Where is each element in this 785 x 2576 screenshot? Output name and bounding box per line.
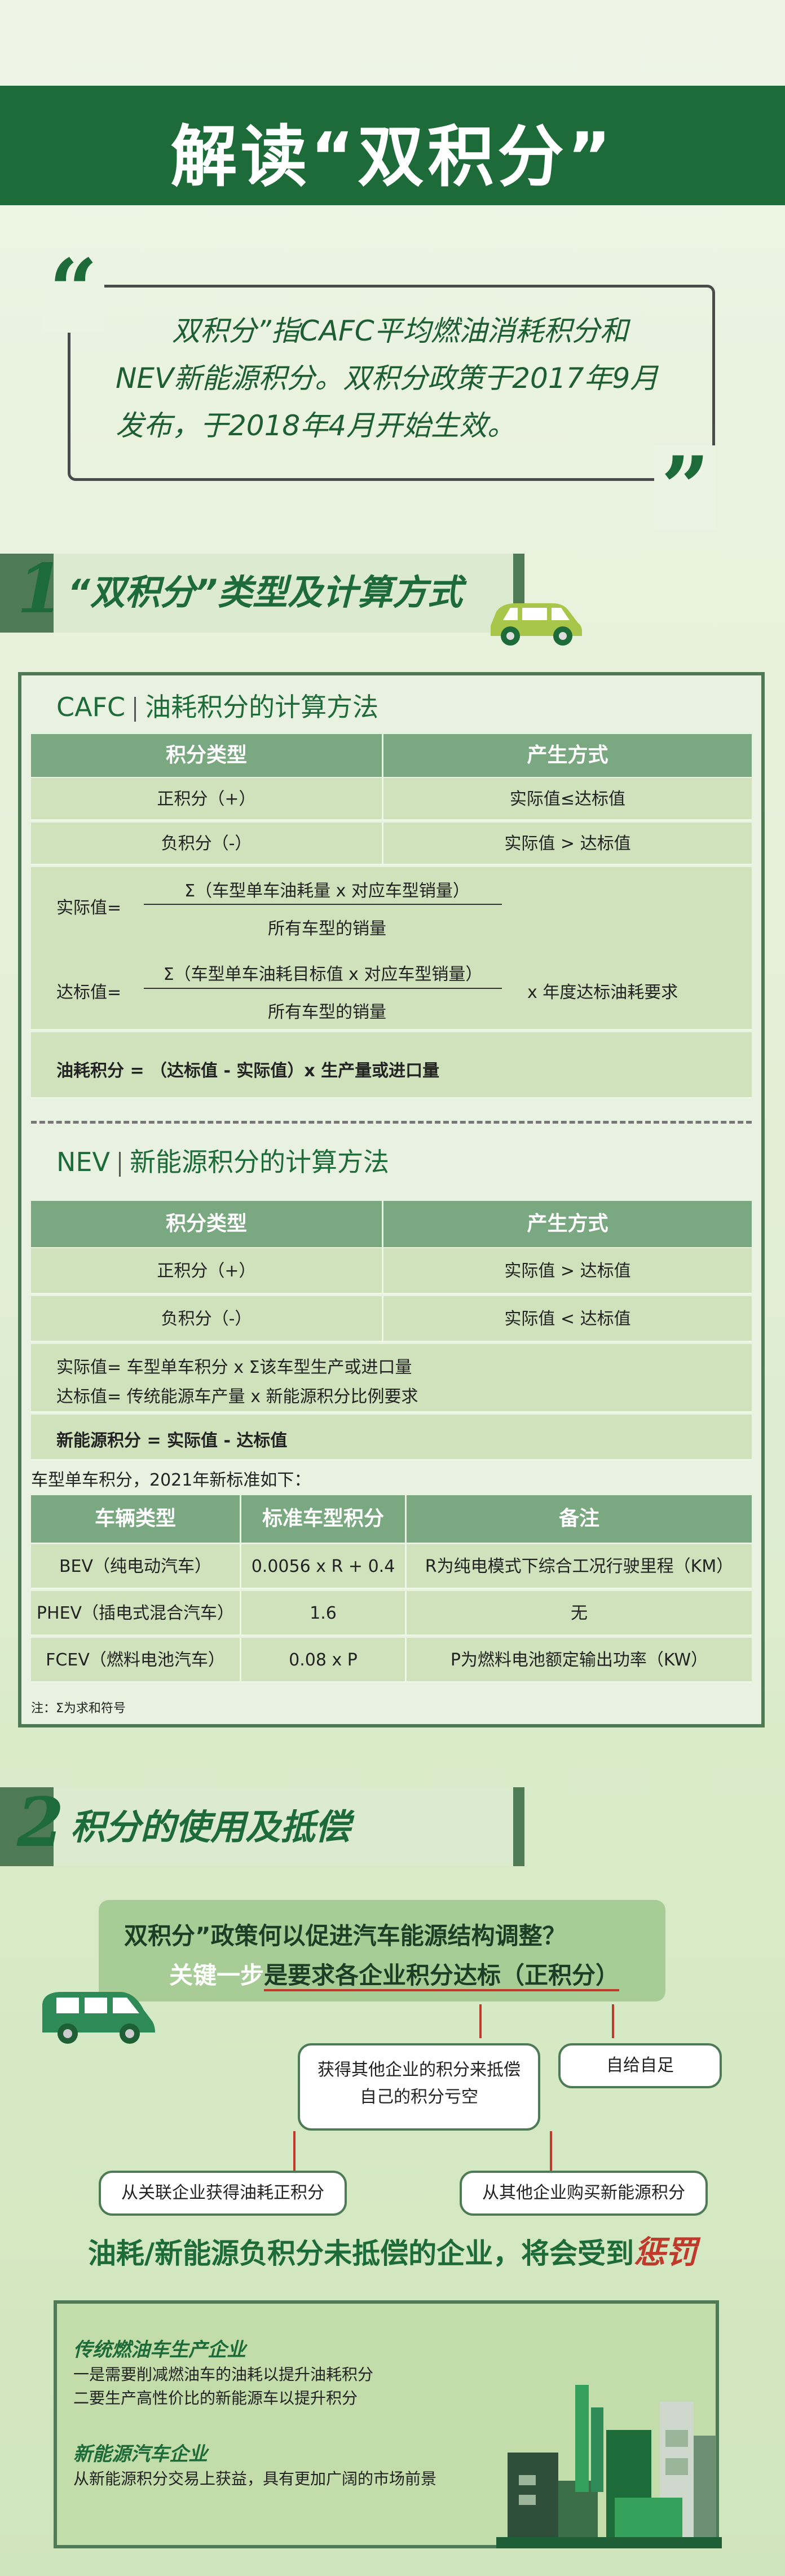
- divider: [134, 696, 136, 722]
- std-vehicle: PHEV（插电式混合汽车）: [36, 1603, 235, 1623]
- table-row: 负积分（-） 实际值 > 达标值: [31, 823, 752, 865]
- flow-box-self: 自给自足: [558, 2043, 722, 2088]
- question-text: 双积分”政策何以促进汽车能源结构调整？: [124, 1922, 566, 1950]
- footnote: 注：Σ为求和符号: [31, 1702, 126, 1716]
- std-col-remark: 备注: [407, 1495, 752, 1543]
- flow-box-buy: 从其他企业购买新能源积分: [460, 2171, 708, 2216]
- nev-col-method: 产生方式: [383, 1201, 752, 1247]
- close-quote-icon: ”: [654, 445, 717, 530]
- key-step: 关键一步是要求各企业积分达标（正积分）: [169, 1956, 620, 1991]
- car-icon: [491, 603, 582, 646]
- std-remark: 无: [571, 1603, 588, 1623]
- target-denominator: 所有车型的销量: [268, 1002, 386, 1022]
- cafc-row-type: 正积分（+）: [157, 789, 256, 809]
- nev-row-type: 正积分（+）: [157, 1261, 256, 1281]
- fraction-line: [144, 988, 502, 989]
- section2-title: 积分的使用及抵偿: [70, 1806, 351, 1848]
- target-numerator: Σ（车型单车油耗目标值 x 对应车型销量）: [163, 965, 483, 984]
- std-score: 1.6: [310, 1603, 337, 1623]
- key-step-prefix: 关键一步: [169, 1961, 264, 1989]
- nev-row-method: 实际值 < 达标值: [504, 1309, 631, 1329]
- divider: [118, 1151, 121, 1177]
- open-quote-icon: “: [42, 248, 105, 333]
- actual-denominator: 所有车型的销量: [268, 919, 386, 939]
- nev-actual: 实际值= 车型单车积分 x Σ该车型生产或进口量: [56, 1358, 412, 1377]
- factory-illustration: [496, 2385, 722, 2548]
- page-title: 解读“双积分”: [170, 118, 615, 196]
- trad-line2: 二要生产高性价比的新能源车以提升积分: [73, 2389, 358, 2407]
- penalty-text: 油耗/新能源负积分未抵偿的企业，将会受到: [87, 2237, 634, 2270]
- nev-title: 新能源汽车企业: [73, 2443, 208, 2465]
- actual-label: 实际值=: [56, 898, 122, 918]
- cafc-heading: CAFC 油耗积分的计算方法: [56, 687, 378, 724]
- std-col-score: 标准车型积分: [241, 1495, 405, 1543]
- dashed-divider: [31, 1121, 752, 1124]
- cafc-label: CAFC: [56, 692, 126, 722]
- nev-line1: 从新能源积分交易上获益，具有更加广阔的市场前景: [73, 2469, 437, 2488]
- cafc-col-method: 产生方式: [383, 734, 752, 777]
- penalty-line: 油耗/新能源负积分未抵偿的企业，将会受到惩罚: [0, 2227, 785, 2273]
- flow-box-other-credits: 获得其他企业的积分来抵偿自己的积分亏空: [298, 2043, 540, 2131]
- cafc-result: 油耗积分 = （达标值 - 实际值）x 生产量或进口量: [56, 1061, 440, 1081]
- cafc-heading-text: 油耗积分的计算方法: [145, 692, 379, 722]
- nev-heading-text: 新能源积分的计算方法: [129, 1147, 389, 1177]
- table-row: BEV（纯电动汽车） 0.0056 x R + 0.4 R为纯电模式下综合工况行…: [31, 1544, 752, 1589]
- arrow: [293, 2131, 296, 2171]
- arrow: [479, 2004, 482, 2038]
- car-icon: [42, 1992, 155, 2044]
- target-multiplier: x 年度达标油耗要求: [527, 983, 678, 1002]
- trad-line1: 一是需要削减燃油车的油耗以提升油耗积分: [73, 2365, 374, 2384]
- table-row: 正积分（+） 实际值 > 达标值: [31, 1248, 752, 1294]
- quote-text: 双积分”指CAFC平均燃油消耗积分和NEV新能源积分。双积分政策于2017年9月…: [116, 315, 659, 442]
- cafc-col-type: 积分类型: [31, 734, 382, 777]
- nev-label: NEV: [56, 1147, 110, 1177]
- flow-box-related: 从关联企业获得油耗正积分: [99, 2171, 347, 2216]
- std-score: 0.0056 x R + 0.4: [251, 1557, 395, 1576]
- nev-col-type: 积分类型: [31, 1201, 382, 1247]
- trad-title: 传统燃油车生产企业: [73, 2339, 246, 2361]
- target-label: 达标值=: [56, 983, 122, 1002]
- table-row: 正积分（+） 实际值≤达标值: [31, 778, 752, 821]
- arrow: [550, 2131, 552, 2171]
- std-col-vehicle: 车辆类型: [31, 1495, 240, 1543]
- std-remark: P为燃料电池额定输出功率（KW）: [450, 1650, 708, 1670]
- nev-row-type: 负积分（-）: [161, 1309, 252, 1329]
- cafc-row-type: 负积分（-）: [161, 834, 252, 854]
- arrow: [612, 2004, 614, 2038]
- section1-title: “双积分”类型及计算方式: [68, 572, 462, 613]
- std-vehicle: BEV（纯电动汽车）: [59, 1557, 212, 1576]
- section2-number: 2: [17, 1783, 64, 1862]
- std-remark: R为纯电模式下综合工况行驶里程（KM）: [425, 1557, 734, 1576]
- nev-row-method: 实际值 > 达标值: [504, 1261, 631, 1281]
- cafc-row-method: 实际值≤达标值: [509, 789, 626, 809]
- section1-number: 1: [17, 549, 64, 629]
- title-band: 解读“双积分”: [0, 86, 785, 205]
- penalty-word: 惩罚: [634, 2234, 698, 2271]
- actual-numerator: Σ（车型单车油耗量 x 对应车型销量）: [184, 881, 470, 901]
- standard-note: 车型单车积分，2021年新标准如下：: [31, 1470, 311, 1490]
- std-score: 0.08 x P: [289, 1650, 358, 1670]
- fraction-line: [144, 904, 502, 905]
- nev-target: 达标值= 传统能源车产量 x 新能源积分比例要求: [56, 1387, 418, 1407]
- table-row: PHEV（插电式混合汽车） 1.6 无: [31, 1591, 752, 1636]
- nev-heading: NEV 新能源积分的计算方法: [56, 1142, 389, 1179]
- key-step-rest: 是要求各企业积分达标（正积分）: [264, 1961, 620, 1991]
- table-row: 负积分（-） 实际值 < 达标值: [31, 1296, 752, 1342]
- table-row: FCEV（燃料电池汽车） 0.08 x P P为燃料电池额定输出功率（KW）: [31, 1638, 752, 1683]
- std-vehicle: FCEV（燃料电池汽车）: [46, 1650, 225, 1670]
- cafc-row-method: 实际值 > 达标值: [504, 834, 631, 854]
- nev-result: 新能源积分 = 实际值 - 达标值: [56, 1431, 288, 1451]
